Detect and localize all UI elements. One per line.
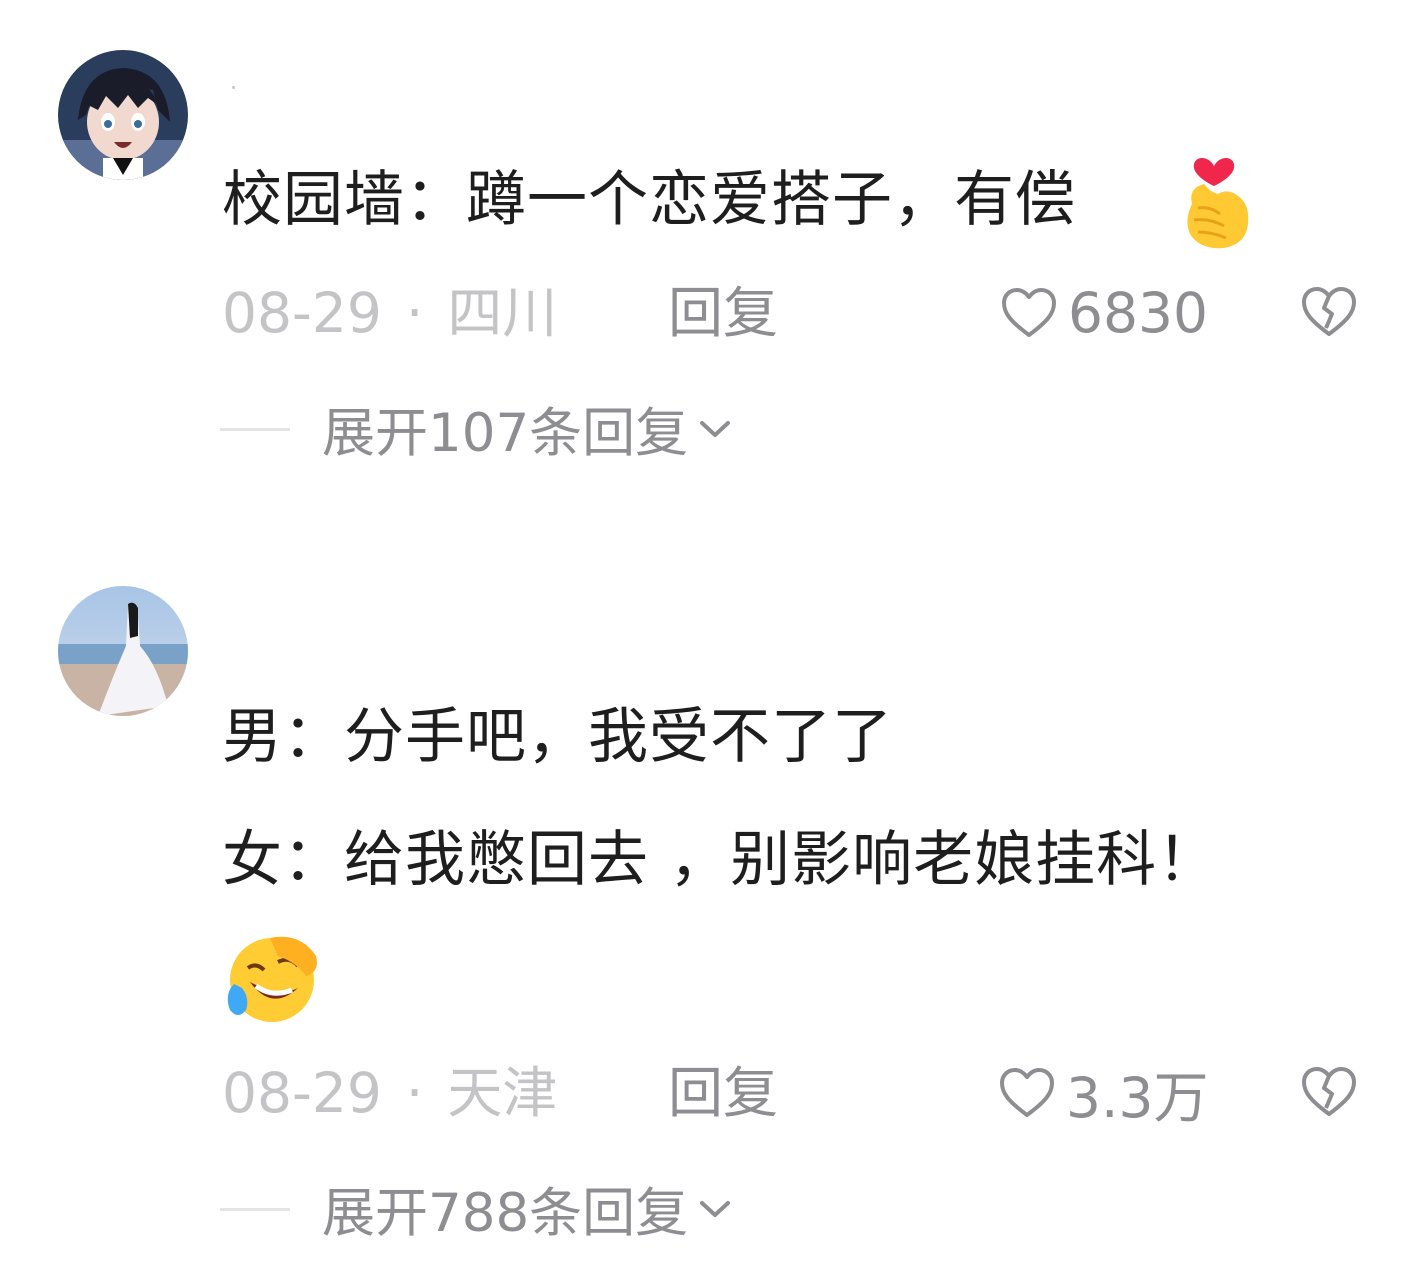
expand-replies-label: 展开107条回复 [322,403,689,464]
like-button[interactable]: 3.3万 [998,1058,1208,1130]
divider-line [220,1207,290,1211]
dislike-button[interactable] [1300,1066,1358,1122]
finger-heart-emoji [1180,148,1254,256]
comment-text: 男：分手吧，我受不了了 [222,702,893,772]
dislike-button[interactable] [1300,286,1358,342]
like-count: 6830 [1068,281,1208,345]
heart-icon [1002,288,1056,337]
heart-icon [1000,1068,1054,1117]
reply-button[interactable]: 回复 [668,1058,778,1128]
avatar[interactable] [58,50,188,180]
divider-line [220,427,290,431]
expand-replies-button[interactable]: 展开788条回复 [220,1174,732,1244]
chevron-down-icon [700,1201,731,1217]
comment-item: 校园墙：蹲一个恋爱搭子，有偿 08-29 · 四川 回复 6830 展开107条回复 [0,0,1427,520]
chevron-down-icon [700,421,731,437]
expand-replies-label: 展开788条回复 [322,1183,689,1244]
comment-date: 08-29 [222,281,382,345]
like-count: 3.3万 [1066,1066,1209,1130]
comment-meta: 08-29 · 天津 [222,1058,557,1128]
comment-location: 四川 [447,281,558,345]
comment-text: 校园墙：蹲一个恋爱搭子，有偿 [222,165,1076,235]
decorative-dot [232,86,235,89]
comment-text: 女：给我憋回去 ，别影响老娘挂科！ [222,825,1219,895]
meta-separator: · [405,281,424,345]
broken-heart-icon [1302,1067,1356,1116]
comment-meta: 08-29 · 四川 [222,278,557,348]
rolling-laughing-emoji [220,932,324,1028]
meta-separator: · [405,1061,424,1125]
avatar[interactable] [58,586,188,716]
broken-heart-icon [1302,287,1356,336]
comment-location: 天津 [447,1061,558,1125]
reply-button[interactable]: 回复 [668,278,778,348]
expand-replies-button[interactable]: 展开107条回复 [220,394,732,464]
like-button[interactable]: 6830 [1000,278,1208,348]
comment-date: 08-29 [222,1061,382,1125]
